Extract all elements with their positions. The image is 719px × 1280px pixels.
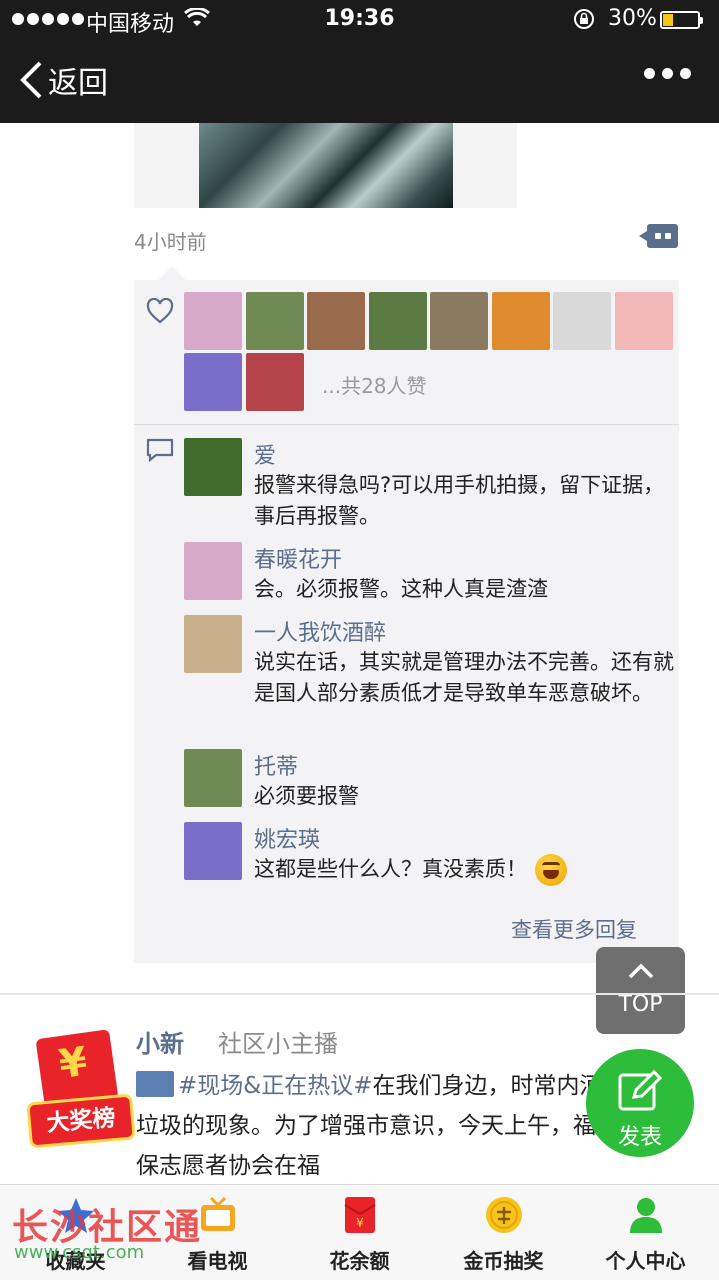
- red-envelope-icon: ¥: [343, 1197, 376, 1233]
- top-bar: 中国移动 19:36 30% 返回: [0, 0, 719, 123]
- avatar[interactable]: [184, 438, 242, 496]
- post-separator: [0, 993, 719, 995]
- avatar[interactable]: [184, 542, 242, 600]
- heart-icon: [146, 298, 174, 324]
- comment-author[interactable]: 爱: [254, 438, 276, 470]
- svg-text:¥: ¥: [356, 1216, 364, 1230]
- comment-text-content: 这都是些什么人？真没素质！: [254, 857, 527, 881]
- comment-author[interactable]: 托蒂: [254, 749, 298, 781]
- like-avatar[interactable]: [491, 292, 550, 350]
- like-avatar[interactable]: [553, 292, 611, 350]
- topic-hashtag[interactable]: #现场&正在热议#: [178, 1073, 372, 1099]
- comment-text: 会。必须报警。这种人真是渣渣: [254, 577, 548, 601]
- interaction-panel: ...共28人赞 爱 报警来得急吗?可以用手机拍摄，留下证据，事后再报警。 春暖…: [134, 266, 679, 963]
- tab-coin-draw[interactable]: 金币抽奖: [432, 1185, 575, 1280]
- avatar[interactable]: [184, 822, 242, 880]
- comment-bubble-icon: [146, 438, 174, 462]
- author-role: 社区小主播: [218, 1030, 338, 1058]
- publish-button[interactable]: 发表: [586, 1049, 694, 1157]
- post-time: 4小时前: [134, 230, 207, 254]
- post-image[interactable]: [199, 123, 453, 208]
- watermark-url: www.csqt.com: [14, 1242, 145, 1263]
- comment-author[interactable]: 春暖花开: [254, 542, 342, 574]
- avatar[interactable]: [184, 749, 242, 807]
- like-avatar[interactable]: [184, 353, 242, 411]
- back-button[interactable]: 返回: [18, 58, 108, 102]
- like-avatar[interactable]: [307, 292, 365, 350]
- post-image-container: [134, 123, 517, 208]
- edit-icon: [618, 1069, 663, 1111]
- scroll-to-top-button[interactable]: TOP: [596, 947, 685, 1034]
- back-label: 返回: [48, 66, 108, 101]
- person-icon: [629, 1198, 662, 1233]
- comment-text: 必须要报警: [254, 784, 359, 808]
- tab-label: 个人中心: [605, 1249, 686, 1273]
- rotation-lock-icon: [573, 8, 595, 36]
- like-avatar[interactable]: [245, 353, 304, 411]
- like-avatar[interactable]: [184, 292, 242, 350]
- like-avatar[interactable]: [614, 292, 673, 350]
- more-replies-link[interactable]: 查看更多回复: [511, 914, 637, 944]
- angry-face-emoji-icon: [535, 854, 567, 886]
- like-avatar[interactable]: [245, 292, 304, 350]
- comment-action-icon[interactable]: [639, 224, 678, 248]
- battery-percent: 30%: [608, 6, 657, 31]
- tab-label: 花余额: [329, 1249, 390, 1273]
- status-bar: 中国移动 19:36 30%: [0, 0, 719, 40]
- tv-icon: [200, 1196, 235, 1231]
- tab-label: 金币抽奖: [463, 1249, 544, 1273]
- post-author[interactable]: 小新: [136, 1024, 184, 1059]
- more-menu-button[interactable]: [644, 68, 691, 79]
- tab-profile[interactable]: 个人中心: [574, 1185, 717, 1280]
- avatar[interactable]: [184, 615, 242, 673]
- chevron-left-icon: [20, 61, 42, 99]
- comment-author[interactable]: 姚宏瑛: [254, 822, 320, 854]
- tab-balance[interactable]: ¥ 花余额: [288, 1185, 431, 1280]
- comment-text: 这都是些什么人？真没素质！: [254, 854, 674, 886]
- award-list-badge[interactable]: 大奖榜: [22, 1018, 140, 1156]
- nav-bar: 返回: [0, 40, 719, 123]
- publish-label: 发表: [617, 1125, 662, 1150]
- comment-author[interactable]: 一人我饮酒醉: [254, 615, 386, 647]
- divider: [134, 424, 679, 425]
- battery-icon: [660, 11, 703, 29]
- likes-count[interactable]: ...共28人赞: [322, 370, 427, 399]
- top-label: TOP: [618, 992, 663, 1017]
- award-label: 大奖榜: [26, 1093, 136, 1149]
- comment-text: 说实在话，其实就是管理办法不完善。还有就是国人部分素质低才是导致单车恶意破坏。: [254, 650, 674, 705]
- topic-tag-icon: [136, 1071, 174, 1097]
- comment-text: 报警来得急吗?可以用手机拍摄，留下证据，事后再报警。: [254, 473, 665, 528]
- like-avatar[interactable]: [430, 292, 488, 350]
- like-avatar[interactable]: [368, 292, 427, 350]
- coin-icon: [485, 1197, 522, 1233]
- chevron-up-icon: [628, 963, 654, 979]
